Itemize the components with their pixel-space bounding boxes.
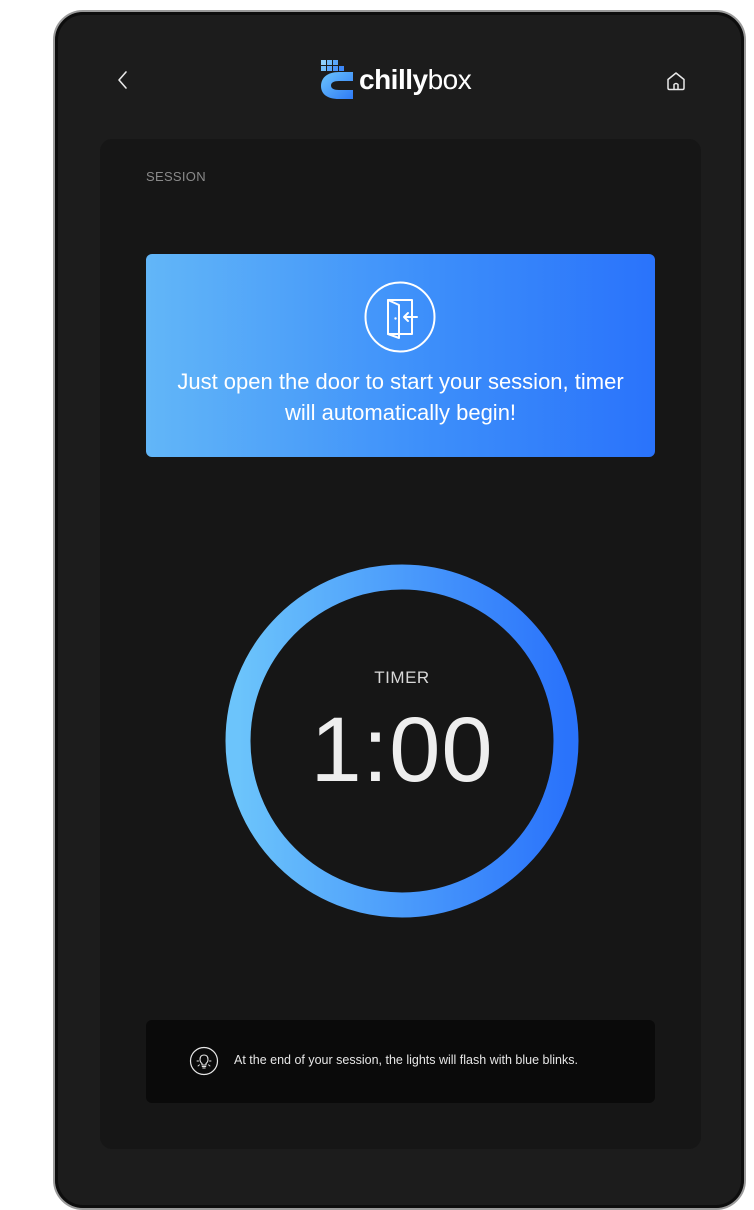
home-button[interactable]	[663, 68, 689, 94]
notice-text: At the end of your session, the lights w…	[234, 1053, 578, 1067]
home-icon	[667, 72, 685, 91]
tablet-frame: chillybox SESSION Just open the door to …	[53, 10, 746, 1210]
logo-bold-text: chilly	[359, 64, 428, 95]
back-button[interactable]	[111, 68, 135, 92]
logo-mark-icon	[321, 60, 353, 99]
logo-wordmark: chillybox	[359, 64, 472, 96]
logo-light-text: box	[427, 64, 472, 95]
timer-label: TIMER	[374, 668, 430, 687]
session-panel: SESSION Just open the door to start your…	[100, 139, 701, 1149]
top-bar: chillybox	[55, 12, 744, 132]
timer-value: 1:00	[310, 699, 494, 801]
lights-notice: At the end of your session, the lights w…	[146, 1020, 655, 1103]
chevron-left-icon	[118, 71, 127, 89]
timer-dial: TIMER 1:00	[224, 563, 580, 919]
instruction-text: Just open the door to start your session…	[177, 369, 624, 425]
section-label: SESSION	[146, 169, 206, 184]
door-instruction-card: Just open the door to start your session…	[146, 254, 655, 457]
door-enter-icon	[364, 281, 436, 353]
lightbulb-icon	[189, 1046, 219, 1076]
chillybox-logo: chillybox	[319, 58, 472, 102]
